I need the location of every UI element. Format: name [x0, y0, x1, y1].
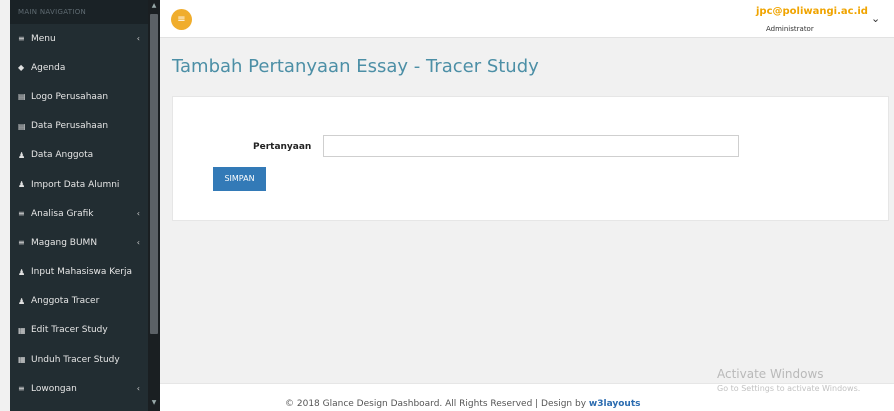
- file-icon: ▤: [18, 92, 26, 102]
- sidebar-item-magang-bumn[interactable]: ≡ Magang BUMN ‹: [10, 228, 148, 257]
- sidebar-item-import-data-alumni[interactable]: ♟ Import Data Alumni: [10, 170, 148, 199]
- bars-icon: ≡: [18, 34, 25, 44]
- sidebar-scrollbar[interactable]: ▲ ▼: [148, 0, 160, 411]
- bars-icon: ≡: [18, 238, 25, 248]
- footer-text: © 2018 Glance Design Dashboard. All Righ…: [285, 399, 640, 409]
- scrollbar-thumb[interactable]: [150, 14, 158, 334]
- sidebar-item-anggota-tracer[interactable]: ♟ Anggota Tracer: [10, 287, 148, 316]
- question-input[interactable]: [323, 135, 739, 157]
- chevron-left-icon: ‹: [136, 384, 140, 394]
- save-button[interactable]: SIMPAN: [213, 167, 266, 191]
- nav-header: MAIN NAVIGATION: [10, 0, 160, 24]
- sidebar-item-data-perusahaan[interactable]: ▤ Data Perusahaan: [10, 112, 148, 141]
- sidebar-item-lowongan[interactable]: ≡ Lowongan ‹: [10, 374, 148, 403]
- chevron-left-icon: ‹: [136, 34, 140, 44]
- bars-icon: ≡: [18, 209, 25, 219]
- footer-link[interactable]: w3layouts: [589, 399, 641, 409]
- page-title: Tambah Pertanyaan Essay - Tracer Study: [172, 56, 539, 77]
- chevron-down-icon[interactable]: ⌄: [871, 12, 880, 25]
- sidebar-item-edit-tracer-study[interactable]: ▦ Edit Tracer Study: [10, 316, 148, 345]
- chevron-left-icon: ‹: [136, 238, 140, 248]
- app-window: MAIN NAVIGATION ≡ Menu ‹ ◆ Agenda ▤ Logo Perus…: [0, 0, 894, 411]
- sidebar-item-label: Magang BUMN: [31, 237, 98, 248]
- user-icon: ♟: [18, 180, 26, 190]
- topbar: ≡ jpc@poliwangi.ac.id Administrator ⌄: [160, 0, 894, 38]
- sidebar-item-label: Agenda: [31, 62, 66, 73]
- tag-icon: ◆: [18, 63, 25, 73]
- scroll-up-icon[interactable]: ▲: [150, 2, 158, 10]
- sidebar-item-data-anggota[interactable]: ♟ Data Anggota: [10, 141, 148, 170]
- activation-watermark-subtitle: Go to Settings to activate Windows.: [717, 384, 861, 393]
- sidebar-item-label: Edit Tracer Study: [31, 325, 108, 336]
- sidebar-item-label: Data Anggota: [31, 150, 94, 161]
- chevron-left-icon: ‹: [136, 209, 140, 219]
- sidebar-item-agenda[interactable]: ◆ Agenda: [10, 53, 148, 82]
- sidebar-item-label: Logo Perusahaan: [31, 91, 109, 102]
- question-label: Pertanyaan: [253, 142, 312, 152]
- user-icon: ♟: [18, 150, 26, 160]
- sidebar-item-analisa-grafik[interactable]: ≡ Analisa Grafik ‹: [10, 199, 148, 228]
- sidebar-item-menu[interactable]: ≡ Menu ‹: [10, 24, 148, 53]
- sidebar-item-label: Input Mahasiswa Kerja: [31, 267, 132, 278]
- card-icon: ▦: [18, 325, 26, 335]
- user-icon: ♟: [18, 296, 26, 306]
- menu-toggle-button[interactable]: ≡: [171, 9, 192, 30]
- sidebar: MAIN NAVIGATION ≡ Menu ‹ ◆ Agenda ▤ Logo Perus…: [10, 0, 160, 411]
- sidebar-item-label: Analisa Grafik: [31, 208, 94, 219]
- activation-watermark-title: Activate Windows: [717, 367, 824, 381]
- nav-list: ≡ Menu ‹ ◆ Agenda ▤ Logo Perusahaan ▤ Data Perus…: [10, 24, 160, 403]
- bars-icon: ≡: [18, 384, 25, 394]
- file-icon: ▤: [18, 121, 26, 131]
- user-role: Administrator: [766, 25, 814, 33]
- sidebar-item-label: Data Perusahaan: [31, 121, 109, 132]
- sidebar-item-label: Anggota Tracer: [31, 296, 100, 307]
- sidebar-item-label: Lowongan: [31, 383, 77, 394]
- bars-icon: ≡: [177, 14, 186, 25]
- form-card: Pertanyaan SIMPAN: [172, 96, 889, 221]
- user-icon: ♟: [18, 267, 26, 277]
- user-email[interactable]: jpc@poliwangi.ac.id: [756, 6, 868, 17]
- sidebar-item-label: Menu: [31, 33, 56, 44]
- sidebar-item-logo-perusahaan[interactable]: ▤ Logo Perusahaan: [10, 82, 148, 111]
- sidebar-item-input-mahasiswa-kerja[interactable]: ♟ Input Mahasiswa Kerja: [10, 258, 148, 287]
- card-icon: ▦: [18, 355, 26, 365]
- sidebar-item-label: Unduh Tracer Study: [31, 354, 120, 365]
- sidebar-item-unduh-tracer-study[interactable]: ▦ Unduh Tracer Study: [10, 345, 148, 374]
- scroll-down-icon[interactable]: ▼: [150, 399, 158, 407]
- copyright-text: © 2018 Glance Design Dashboard. All Righ…: [285, 399, 589, 409]
- sidebar-item-label: Import Data Alumni: [31, 179, 120, 190]
